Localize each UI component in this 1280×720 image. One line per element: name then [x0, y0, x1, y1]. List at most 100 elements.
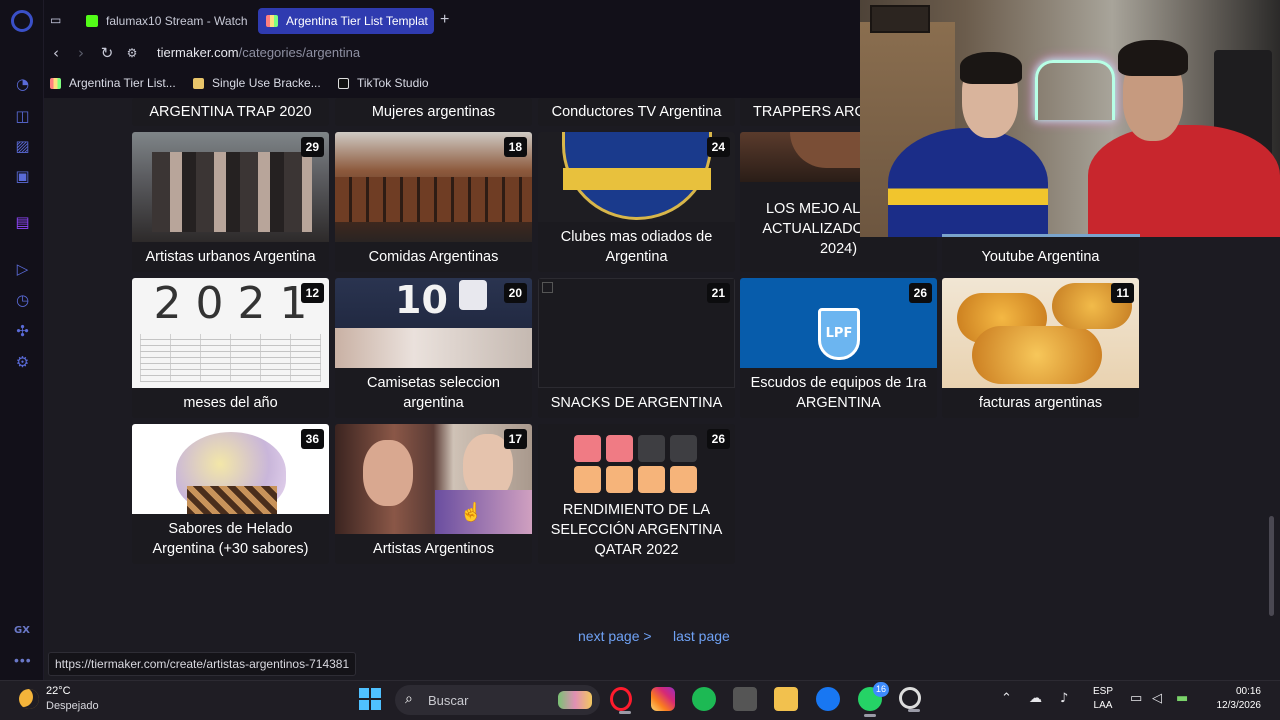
tile-title: Conductores TV Argentina: [551, 104, 722, 120]
template-count-badge: 17: [503, 429, 527, 449]
tile-card[interactable]: 26 RENDIMIENTO DE LA SELECCIÓN ARGENTINA…: [538, 424, 735, 564]
tab-islands-icon[interactable]: ▭: [50, 13, 66, 27]
tray-overflow-icon[interactable]: ⌃: [1001, 691, 1012, 706]
template-count-badge: 36: [300, 429, 324, 449]
tile-card[interactable]: 11 facturas argentinas: [942, 278, 1139, 418]
tile-thumbnail: [335, 424, 532, 534]
facebook-taskbar-icon[interactable]: [816, 687, 840, 711]
tile-card[interactable]: 17 Artistas Argentinos: [335, 424, 532, 564]
bookmark-bracket[interactable]: Single Use Bracke...: [193, 76, 321, 90]
cam-neon-light: [1035, 60, 1115, 120]
tile-card[interactable]: 2 0 2 1 12 meses del año: [132, 278, 329, 418]
tile-thumbnail: [132, 424, 329, 514]
opera-logo-icon[interactable]: [11, 10, 33, 32]
history-icon[interactable]: ◷: [14, 292, 31, 309]
input-language[interactable]: ESP LAA: [1093, 685, 1113, 713]
kick-favicon-icon: [86, 15, 98, 27]
network-icon[interactable]: ▭: [1130, 691, 1142, 706]
tab-label: falumax10 Stream - Watch: [106, 14, 248, 28]
reload-icon[interactable]: ↻: [99, 44, 115, 62]
weather-temperature[interactable]: 22°C: [46, 685, 71, 697]
obs-taskbar-icon[interactable]: [899, 687, 921, 712]
tab-tiermaker[interactable]: Argentina Tier List Templat: [258, 8, 434, 34]
microphone-icon[interactable]: ♪: [1060, 691, 1068, 706]
tile-title: Camisetas seleccion argentina: [367, 375, 500, 411]
tab-label: Argentina Tier List Templat: [286, 14, 428, 28]
cam-person-right: [1088, 125, 1280, 237]
site-info-icon[interactable]: ⚙: [124, 46, 140, 60]
browser-sidebar: ◔ ◫ ▨ ▣ ▤ ▷ ◷ ✣ ⚙ GX •••: [0, 0, 44, 680]
template-count-badge: 29: [300, 137, 324, 157]
tile-thumbnail: [132, 132, 329, 242]
opera-gx-taskbar-icon[interactable]: [610, 687, 632, 714]
cam-tile-strip: [942, 234, 1140, 237]
file-explorer-taskbar-icon[interactable]: [774, 687, 798, 711]
tile-card[interactable]: Mujeres argentinas: [335, 98, 532, 126]
gx-corner-icon[interactable]: ▣: [14, 168, 31, 185]
game-launcher-taskbar-icon[interactable]: [733, 687, 757, 711]
next-page-link[interactable]: next page >: [578, 628, 652, 644]
volume-icon[interactable]: ◁: [1152, 691, 1162, 706]
link-status-bar: https://tiermaker.com/create/artistas-ar…: [48, 652, 357, 676]
template-count-badge: 26: [908, 283, 932, 303]
system-clock[interactable]: 00:16 12/3/2026: [1205, 685, 1262, 713]
tile-thumbnail: [335, 132, 532, 242]
bookmark-argentina[interactable]: Argentina Tier List...: [50, 76, 176, 90]
tile-title: Artistas Argentinos: [373, 541, 494, 557]
cam-person-left-hair: [960, 52, 1022, 84]
player-icon[interactable]: ▷: [14, 261, 31, 278]
bookmark-tiktok[interactable]: TikTok Studio: [338, 76, 429, 90]
tile-card[interactable]: 18 Comidas Argentinas: [335, 132, 532, 272]
bracket-favicon-icon: [193, 77, 204, 89]
tab-stream[interactable]: falumax10 Stream - Watch: [78, 8, 248, 34]
battery-icon[interactable]: ▬: [1176, 691, 1188, 706]
tile-card[interactable]: 24 Clubes mas odiados de Argentina: [538, 132, 735, 272]
forward-icon[interactable]: ›: [73, 44, 89, 62]
last-page-link[interactable]: last page: [673, 628, 730, 644]
address-bar: ‹ › ↻ ⚙ tiermaker.com/categories/argenti…: [44, 40, 860, 66]
more-icon[interactable]: •••: [14, 652, 32, 668]
page-scrollbar[interactable]: [1269, 516, 1274, 616]
tiktok-favicon-icon: [338, 77, 349, 89]
tile-thumbnail: LPF: [740, 278, 937, 368]
windows-start-icon[interactable]: [359, 688, 381, 710]
tile-title: Mujeres argentinas: [371, 104, 496, 120]
tile-card[interactable]: 36 Sabores de Helado Argentina (+30 sabo…: [132, 424, 329, 564]
weather-description[interactable]: Despejado: [46, 700, 99, 712]
tile-card[interactable]: Conductores TV Argentina: [538, 98, 735, 126]
tile-thumbnail: [942, 278, 1139, 388]
tile-thumbnail: 10: [335, 278, 532, 368]
moon-weather-icon[interactable]: [19, 689, 39, 709]
tiermaker-favicon-icon: [266, 15, 278, 27]
template-count-badge: 11: [1111, 283, 1134, 303]
tile-title: Comidas Argentinas: [368, 249, 499, 265]
tile-card[interactable]: LPF 26 Escudos de equipos de 1ra ARGENTI…: [740, 278, 937, 418]
broken-image-icon: [542, 282, 553, 293]
whatsapp-taskbar-icon[interactable]: 16: [858, 682, 889, 717]
tile-card[interactable]: 10 20 Camisetas seleccion argentina: [335, 278, 532, 418]
back-icon[interactable]: ‹: [48, 44, 64, 62]
tile-title: Youtube Argentina: [981, 249, 1100, 265]
search-placeholder: Buscar: [428, 693, 469, 708]
template-count-badge: 18: [503, 137, 527, 157]
twitch-icon[interactable]: ▤: [14, 214, 31, 231]
extensions-icon[interactable]: ✣: [14, 323, 31, 340]
spotify-taskbar-icon[interactable]: [692, 687, 716, 711]
tile-card[interactable]: ARGENTINA TRAP 2020: [132, 98, 329, 126]
speed-dial-icon[interactable]: ◔: [14, 76, 31, 93]
tile-card[interactable]: 29 Artistas urbanos Argentina: [132, 132, 329, 272]
windows-taskbar: 22°C Despejado ⌕ Buscar 16 ⌃ ☁ ♪ ESP LAA …: [0, 680, 1280, 720]
instagram-taskbar-icon[interactable]: [651, 687, 675, 711]
tile-thumbnail: 2 0 2 1: [132, 278, 329, 388]
url-field[interactable]: tiermaker.com/categories/argentina: [157, 45, 360, 60]
mouse-cursor-icon: ☝: [460, 502, 483, 522]
tile-card[interactable]: 21 SNACKS DE ARGENTINA: [538, 278, 735, 418]
taskbar-search[interactable]: ⌕ Buscar: [395, 685, 600, 715]
flow-icon[interactable]: ▨: [14, 138, 31, 155]
bag-icon[interactable]: ◫: [14, 108, 31, 125]
tile-title: Sabores de Helado Argentina (+30 sabores…: [152, 521, 309, 557]
gx-label[interactable]: GX: [14, 625, 30, 636]
onedrive-icon[interactable]: ☁: [1029, 691, 1042, 706]
new-tab-icon[interactable]: +: [440, 11, 449, 29]
settings-icon[interactable]: ⚙: [14, 354, 31, 371]
